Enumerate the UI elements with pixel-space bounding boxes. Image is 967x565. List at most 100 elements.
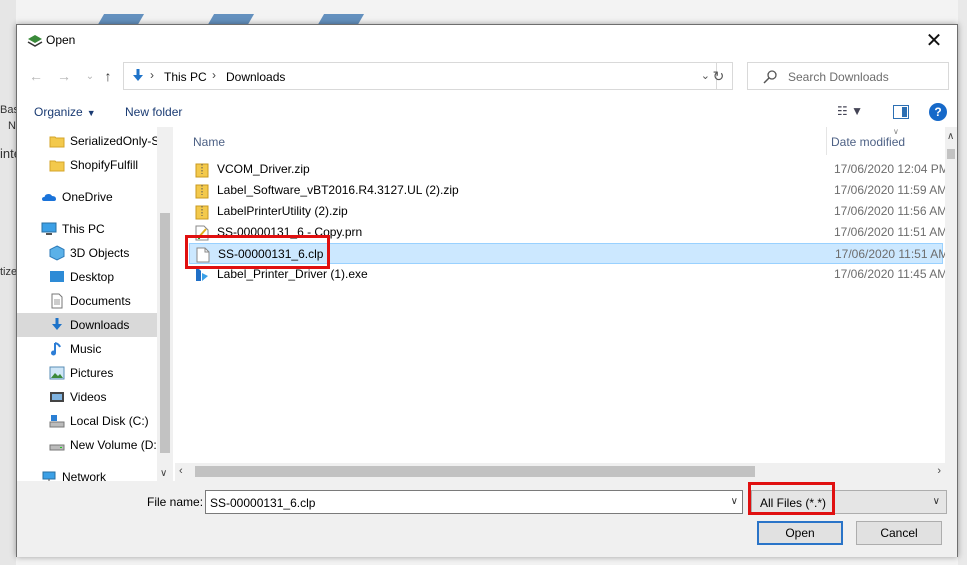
address-bar[interactable]: › This PC › Downloads ⌄: [123, 62, 717, 90]
scroll-right-icon[interactable]: ›: [937, 465, 941, 477]
scrollbar-thumb[interactable]: [160, 213, 170, 453]
sidebar-item-desktop[interactable]: Desktop: [17, 265, 157, 289]
downloads-arrow-icon: [133, 69, 143, 81]
videos-icon: [49, 389, 65, 405]
scroll-up-icon[interactable]: ∧: [947, 131, 954, 142]
downloads-icon: [49, 317, 65, 333]
sidebar-item-downloads[interactable]: Downloads: [17, 313, 157, 337]
preview-pane-button[interactable]: [893, 105, 909, 119]
sidebar-item-music[interactable]: Music: [17, 337, 157, 361]
sidebar-item-network[interactable]: Network: [17, 465, 157, 481]
sidebar-item-label: New Volume (D:: [70, 438, 157, 452]
sidebar-item-pictures[interactable]: Pictures: [17, 361, 157, 385]
organize-button[interactable]: Organize ▼: [34, 105, 96, 119]
view-options-button[interactable]: ☷ ▼: [837, 104, 873, 122]
scroll-left-icon[interactable]: ‹: [179, 465, 183, 477]
chevron-down-icon[interactable]: ∨: [731, 496, 738, 507]
file-list-horizontal-scrollbar[interactable]: ‹ ›: [175, 463, 945, 481]
navigation-pane: SerializedOnly-S ShopifyFulfill OneDrive Th…: [17, 127, 173, 481]
folder-icon: [49, 133, 65, 149]
column-header-date-modified[interactable]: Date modified: [831, 135, 905, 149]
file-row[interactable]: VCOM_Driver.zip 17/06/2020 12:04 PM: [189, 159, 949, 180]
file-name: LabelPrinterUtility (2).zip: [217, 204, 348, 218]
file-name-input[interactable]: SS-00000131_6.clp ∨: [205, 490, 743, 514]
file-date-modified: 17/06/2020 11:51 AM: [835, 247, 949, 261]
scrollbar-thumb[interactable]: [195, 466, 755, 477]
music-icon: [49, 341, 65, 357]
window-title: Open: [46, 33, 76, 47]
scroll-down-icon[interactable]: ∨: [160, 468, 167, 479]
local-disk-icon: [49, 413, 65, 429]
cancel-button[interactable]: Cancel: [856, 521, 942, 545]
recent-locations-button[interactable]: ⌄: [81, 67, 99, 85]
search-input[interactable]: Search Downloads: [747, 62, 949, 90]
sidebar-item-videos[interactable]: Videos: [17, 385, 157, 409]
sidebar-item-3d-objects[interactable]: 3D Objects: [17, 241, 157, 265]
sidebar-item-label: Network: [62, 470, 107, 481]
search-placeholder: Search Downloads: [788, 70, 889, 84]
file-row[interactable]: Label_Software_vBT2016.R4.3127.UL (2).zi…: [189, 180, 947, 201]
file-date-modified: 17/06/2020 11:59 AM: [834, 183, 948, 197]
3d-objects-icon: [49, 245, 65, 261]
background-label: Basi: [0, 104, 16, 116]
scrollbar-thumb[interactable]: [947, 149, 955, 159]
file-name: SS-00000131_6.clp: [218, 247, 324, 261]
up-button[interactable]: ↑: [99, 67, 117, 85]
file-name: Label_Software_vBT2016.R4.3127.UL (2).zi…: [217, 183, 459, 197]
file-name: VCOM_Driver.zip: [217, 162, 310, 176]
new-folder-button[interactable]: New folder: [125, 105, 182, 119]
sidebar-item-label: Downloads: [70, 318, 130, 332]
column-header-row: Name ∨ Date modified: [175, 127, 943, 155]
sidebar-item-local-disk-c[interactable]: Local Disk (C:): [17, 409, 157, 433]
sidebar-item-serializedonly-s[interactable]: SerializedOnly-S: [17, 129, 160, 153]
sidebar-item-documents[interactable]: Documents: [17, 289, 157, 313]
refresh-button[interactable]: ↻: [705, 62, 733, 90]
file-date-modified: 17/06/2020 11:51 AM: [834, 225, 948, 239]
background-label: tize: [0, 266, 16, 278]
back-button[interactable]: ←: [27, 67, 45, 85]
forward-arrow-icon: →: [57, 68, 71, 84]
close-icon: ✕: [925, 30, 943, 52]
file-date-modified: 17/06/2020 11:45 AM: [834, 267, 948, 281]
column-divider[interactable]: [826, 127, 827, 155]
search-icon: [763, 70, 777, 84]
network-icon: [41, 469, 57, 481]
file-row[interactable]: SS-00000131_6 - Copy.prn 17/06/2020 11:51…: [189, 222, 947, 243]
exe-file-icon: [195, 267, 209, 283]
breadcrumb-this-pc[interactable]: This PC: [164, 70, 207, 84]
sidebar-item-label: SerializedOnly-S: [70, 134, 160, 148]
caret-down-icon: ▼: [86, 108, 96, 118]
blank-file-icon: [196, 247, 210, 263]
sidebar-item-label: Local Disk (C:): [70, 414, 149, 428]
file-list-vertical-scrollbar[interactable]: ∧: [945, 127, 957, 481]
up-arrow-icon: ↑: [104, 68, 112, 84]
background-label: inte: [0, 146, 16, 161]
breadcrumb-downloads[interactable]: Downloads: [226, 70, 285, 84]
file-type-select[interactable]: All Files (*.*) ∨: [751, 490, 947, 514]
file-row[interactable]: Label_Printer_Driver (1).exe 17/06/2020 1…: [189, 264, 947, 285]
open-file-dialog: Open ✕ ← → ⌄ ↑ › This PC › Downloads ⌄ ↻…: [16, 24, 958, 557]
sidebar-item-label: Music: [70, 342, 102, 356]
chevron-down-icon: ⌄: [85, 70, 95, 82]
forward-button[interactable]: →: [55, 67, 73, 85]
file-row[interactable]: LabelPrinterUtility (2).zip 17/06/2020 11…: [189, 201, 947, 222]
command-toolbar: Organize ▼ New folder ☷ ▼ ?: [17, 99, 957, 127]
sidebar-item-label: ShopifyFulfill: [70, 158, 139, 172]
background-window-left: [0, 0, 16, 565]
close-button[interactable]: ✕: [911, 25, 957, 56]
file-list: Name ∨ Date modified VCOM_Driver.zip 17/0…: [175, 127, 949, 481]
sidebar-item-new-volume-d[interactable]: New Volume (D:: [17, 433, 157, 457]
navigation-pane-scrollbar[interactable]: ∨: [157, 127, 173, 481]
open-button[interactable]: Open: [757, 521, 843, 545]
sidebar-item-label: Videos: [70, 390, 107, 404]
sidebar-item-this-pc[interactable]: This PC: [17, 217, 157, 241]
chevron-down-icon: ∨: [932, 496, 940, 507]
dialog-footer: File name: SS-00000131_6.clp ∨ All Files…: [17, 481, 957, 557]
help-button[interactable]: ?: [929, 103, 947, 121]
sidebar-item-shopifyfulfill[interactable]: ShopifyFulfill: [17, 153, 157, 177]
this-pc-icon: [41, 221, 57, 237]
sidebar-item-onedrive[interactable]: OneDrive: [17, 185, 157, 209]
column-header-name[interactable]: Name: [193, 135, 225, 149]
file-row[interactable]: SS-00000131_6.clp 17/06/2020 11:51 AM: [189, 243, 948, 264]
zip-folder-icon: [195, 183, 209, 199]
